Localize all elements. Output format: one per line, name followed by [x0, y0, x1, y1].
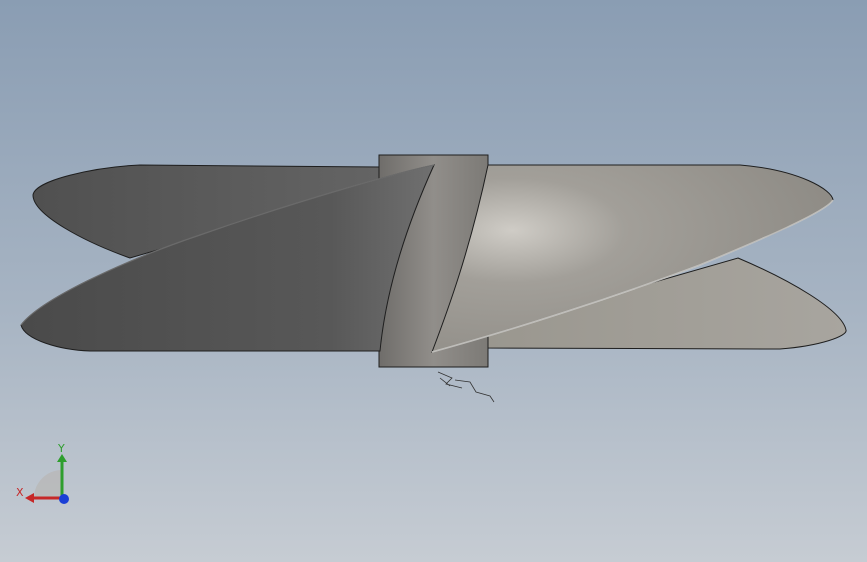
triad-x-arrowhead: [25, 493, 34, 503]
reference-triad: Y X: [16, 442, 69, 504]
sketch-annotation: [437, 371, 495, 403]
triad-y-arrowhead: [57, 454, 67, 462]
triad-z-axis: [59, 494, 69, 504]
propeller-model[interactable]: [0, 0, 867, 562]
triad-plane-quadrant: [34, 470, 62, 498]
triad-x-label: X: [16, 486, 24, 499]
graphics-viewport[interactable]: Y X: [0, 0, 867, 562]
triad-y-label: Y: [57, 442, 65, 455]
